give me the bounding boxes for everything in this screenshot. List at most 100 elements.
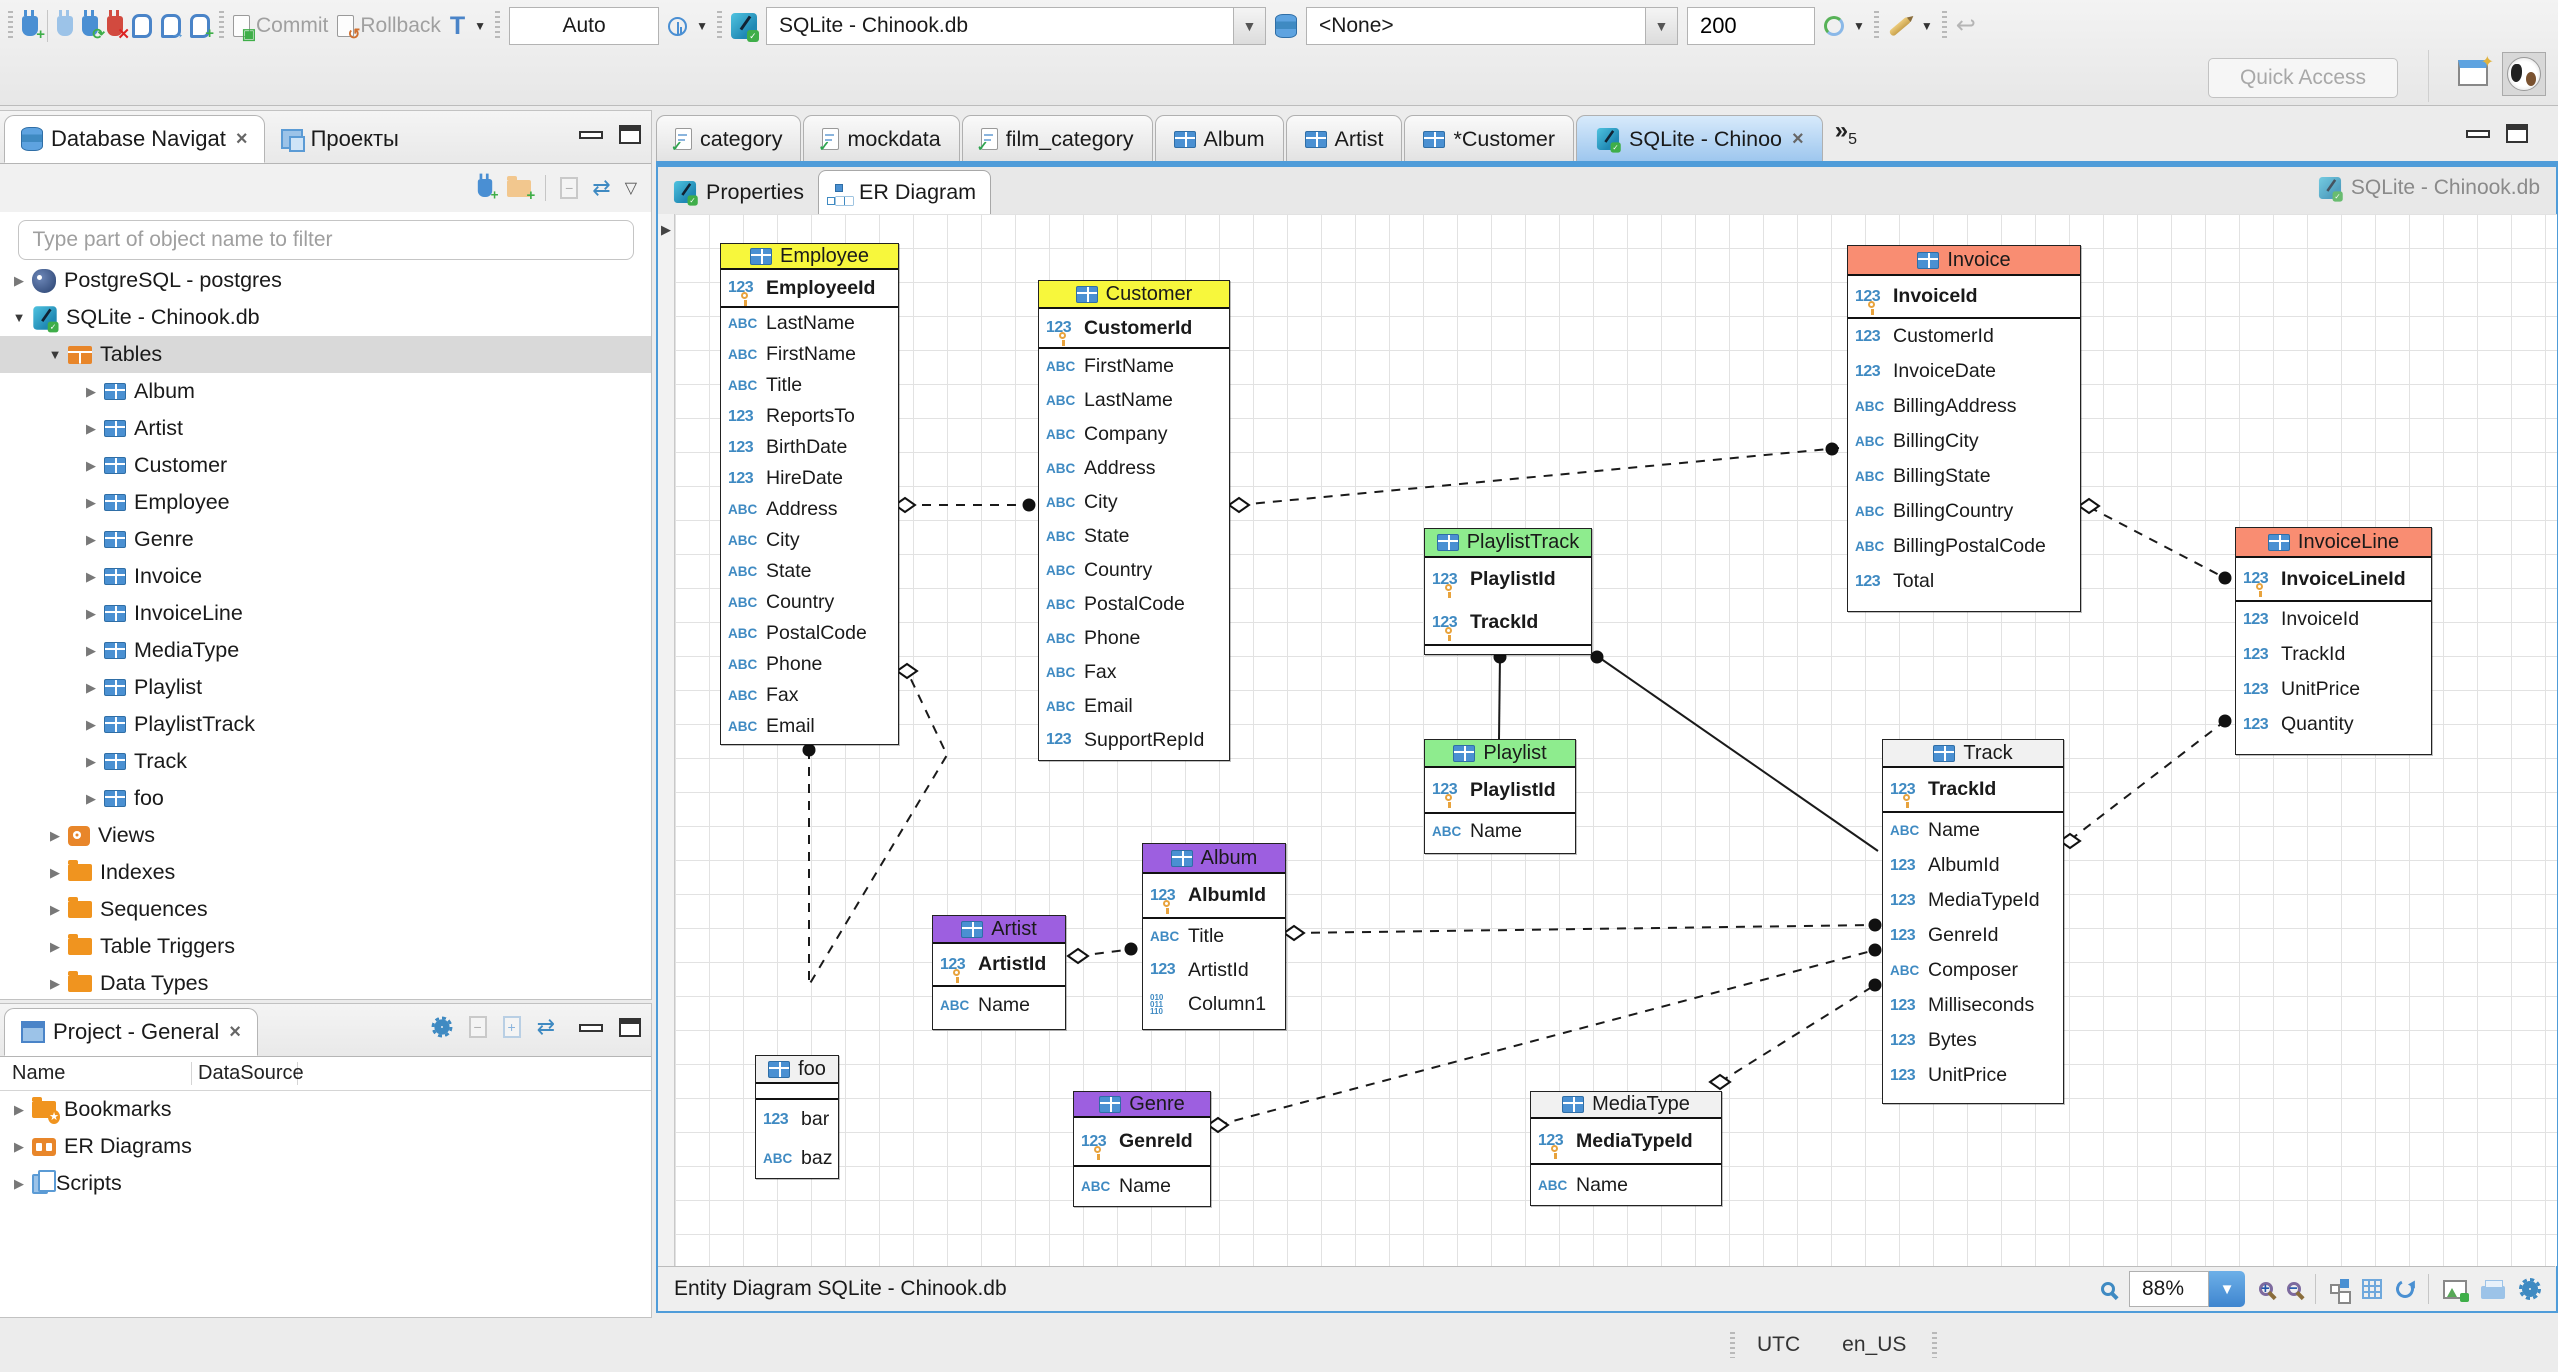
pk-column-InvoiceLineId[interactable]: 123 InvoiceLineId — [2236, 558, 2431, 600]
reconnect-button[interactable]: ⟳ — [82, 10, 105, 42]
column-BillingCity[interactable]: ABC BillingCity — [1848, 424, 2080, 459]
editor-tab-film_category[interactable]: film_category — [961, 115, 1153, 162]
entity-PlaylistTrack[interactable]: PlaylistTrack 123 PlaylistId 123 TrackId — [1424, 528, 1592, 655]
column-ArtistId[interactable]: 123 ArtistId — [1143, 953, 1285, 987]
tree-chevron-icon[interactable]: ▶ — [42, 939, 68, 955]
column-LastName[interactable]: ABC LastName — [1039, 383, 1229, 417]
project-item-ER-Diagrams[interactable]: ▶ ER Diagrams — [0, 1128, 651, 1165]
column-GenreId[interactable]: 123 GenreId — [1883, 918, 2063, 953]
project-settings-icon[interactable] — [431, 1016, 453, 1038]
column-Name[interactable]: ABC Name — [933, 987, 1065, 1023]
entity-MediaType[interactable]: MediaType 123 MediaTypeId ABC Name — [1530, 1091, 1722, 1206]
pk-column-MediaTypeId[interactable]: 123 MediaTypeId — [1531, 1119, 1721, 1163]
zoom-out-icon[interactable]: − — [2287, 1280, 2301, 1297]
open-sql-script-button[interactable]: → — [161, 14, 185, 41]
pk-column-PlaylistId[interactable]: 123 PlaylistId — [1425, 558, 1591, 601]
pk-column-EmployeeId[interactable]: 123 EmployeeId — [721, 270, 898, 306]
editor-tab-mockdata[interactable]: mockdata — [803, 115, 960, 162]
tree-chevron-icon[interactable]: ▶ — [78, 458, 104, 474]
column-Quantity[interactable]: 123 Quantity — [2236, 707, 2431, 742]
zoom-dropdown-button[interactable]: ▼ — [2209, 1271, 2245, 1307]
pk-column-ArtistId[interactable]: 123 ArtistId — [933, 944, 1065, 985]
entity-Customer[interactable]: Customer 123 CustomerId ABC FirstName ABC Last… — [1038, 280, 1230, 761]
pk-column-CustomerId[interactable]: 123 CustomerId — [1039, 309, 1229, 347]
commit-button[interactable]: ▣ Commit — [233, 14, 328, 42]
column-header-datasource[interactable]: DataSource — [192, 1062, 304, 1085]
search-icon[interactable] — [2101, 1282, 2115, 1296]
column-UnitPrice[interactable]: 123 UnitPrice — [1883, 1058, 2063, 1093]
collapse-all-icon[interactable]: − — [468, 1016, 487, 1038]
column-Address[interactable]: ABC Address — [721, 494, 898, 525]
new-connection-icon[interactable]: + — [478, 173, 499, 202]
history-button[interactable]: ▼ — [668, 16, 708, 36]
column-BillingPostalCode[interactable]: ABC BillingPostalCode — [1848, 529, 2080, 564]
minimize-icon[interactable] — [2466, 129, 2490, 138]
tree-chevron-icon[interactable]: ▶ — [6, 1139, 32, 1155]
tree-chevron-icon[interactable]: ▶ — [78, 384, 104, 400]
pk-column-PlaylistId[interactable]: 123 PlaylistId — [1425, 768, 1575, 812]
collapse-all-icon[interactable]: − — [560, 177, 579, 199]
tree-item-Tables[interactable]: ▼ Tables — [0, 336, 651, 373]
entity-Track[interactable]: Track 123 TrackId ABC Name 123 AlbumId 123 Media… — [1882, 739, 2064, 1104]
tree-chevron-icon[interactable]: ▶ — [6, 1176, 32, 1192]
pen-tool-button[interactable]: ▼ — [1888, 15, 1933, 37]
column-Title[interactable]: ABC Title — [721, 370, 898, 401]
minimize-icon[interactable] — [579, 1023, 603, 1032]
expand-all-icon[interactable]: + — [502, 1016, 521, 1038]
column-Name[interactable]: ABC Name — [1425, 814, 1575, 848]
editor-tab-Album[interactable]: Album — [1154, 115, 1284, 162]
rollback-button[interactable]: ↺ Rollback — [337, 14, 441, 42]
tree-chevron-icon[interactable]: ▶ — [42, 976, 68, 992]
tree-chevron-icon[interactable]: ▶ — [78, 569, 104, 585]
column-Phone[interactable]: ABC Phone — [1039, 621, 1229, 655]
column-Name[interactable]: ABC Name — [1074, 1167, 1210, 1206]
tree-chevron-icon[interactable]: ▶ — [78, 495, 104, 511]
locale-label[interactable]: en_US — [1842, 1333, 1906, 1357]
column-bar[interactable]: 123 bar — [756, 1100, 838, 1139]
save-as-image-icon[interactable] — [2443, 1279, 2469, 1302]
tree-chevron-icon[interactable]: ▶ — [78, 532, 104, 548]
pk-column-AlbumId[interactable]: 123 AlbumId — [1143, 874, 1285, 917]
project-item-Scripts[interactable]: ▶ Scripts — [0, 1165, 651, 1202]
column-Country[interactable]: ABC Country — [721, 587, 898, 618]
column-FirstName[interactable]: ABC FirstName — [721, 339, 898, 370]
hidden-tabs-count[interactable]: »5 — [1835, 117, 1857, 149]
connection-dropdown-button[interactable]: ▼ — [1232, 8, 1265, 44]
tree-chevron-icon[interactable]: ▶ — [42, 902, 68, 918]
column-FirstName[interactable]: ABC FirstName — [1039, 349, 1229, 383]
transaction-mode-button[interactable]: T ▼ — [450, 13, 486, 39]
column-BillingAddress[interactable]: ABC BillingAddress — [1848, 389, 2080, 424]
tree-item-InvoiceLine[interactable]: ▶ InvoiceLine — [0, 595, 651, 632]
column-Email[interactable]: ABC Email — [1039, 689, 1229, 723]
tree-chevron-icon[interactable]: ▶ — [42, 828, 68, 844]
tree-chevron-icon[interactable]: ▶ — [78, 791, 104, 807]
tree-item-Playlist[interactable]: ▶ Playlist — [0, 669, 651, 706]
column-PostalCode[interactable]: ABC PostalCode — [1039, 587, 1229, 621]
column-UnitPrice[interactable]: 123 UnitPrice — [2236, 672, 2431, 707]
editor-tab--Customer[interactable]: *Customer — [1404, 115, 1575, 162]
editor-tab-SQLite-Chinoo[interactable]: SQLite - Chinoo × — [1576, 115, 1823, 162]
editor-tab-category[interactable]: category — [656, 115, 802, 162]
tree-chevron-icon[interactable]: ▶ — [6, 1102, 32, 1118]
close-icon[interactable]: × — [236, 128, 248, 151]
sql-editor-button[interactable] — [132, 14, 152, 38]
column-City[interactable]: ABC City — [721, 525, 898, 556]
column-baz[interactable]: ABC baz — [756, 1139, 838, 1178]
minimize-icon[interactable] — [579, 130, 603, 139]
arrange-diagram-icon[interactable] — [2330, 1279, 2349, 1294]
column-Name[interactable]: ABC Name — [1883, 813, 2063, 848]
column-State[interactable]: ABC State — [1039, 519, 1229, 553]
tree-chevron-icon[interactable]: ▶ — [78, 643, 104, 659]
entity-Playlist[interactable]: Playlist 123 PlaylistId ABC Name — [1424, 739, 1576, 854]
tab-project-general[interactable]: Project - General × — [4, 1008, 258, 1056]
column-BillingState[interactable]: ABC BillingState — [1848, 459, 2080, 494]
schema-combo[interactable]: <None> ▼ — [1305, 7, 1678, 45]
quick-access-button[interactable]: Quick Access — [2208, 58, 2398, 98]
project-item-Bookmarks[interactable]: ▶ Bookmarks — [0, 1091, 651, 1128]
close-icon[interactable]: × — [229, 1021, 241, 1044]
tree-item-Employee[interactable]: ▶ Employee — [0, 484, 651, 521]
tree-chevron-icon[interactable]: ▶ — [78, 717, 104, 733]
column-Fax[interactable]: ABC Fax — [721, 680, 898, 711]
tree-chevron-icon[interactable]: ▶ — [6, 273, 32, 289]
disconnect-button[interactable]: ✕ — [107, 10, 130, 42]
